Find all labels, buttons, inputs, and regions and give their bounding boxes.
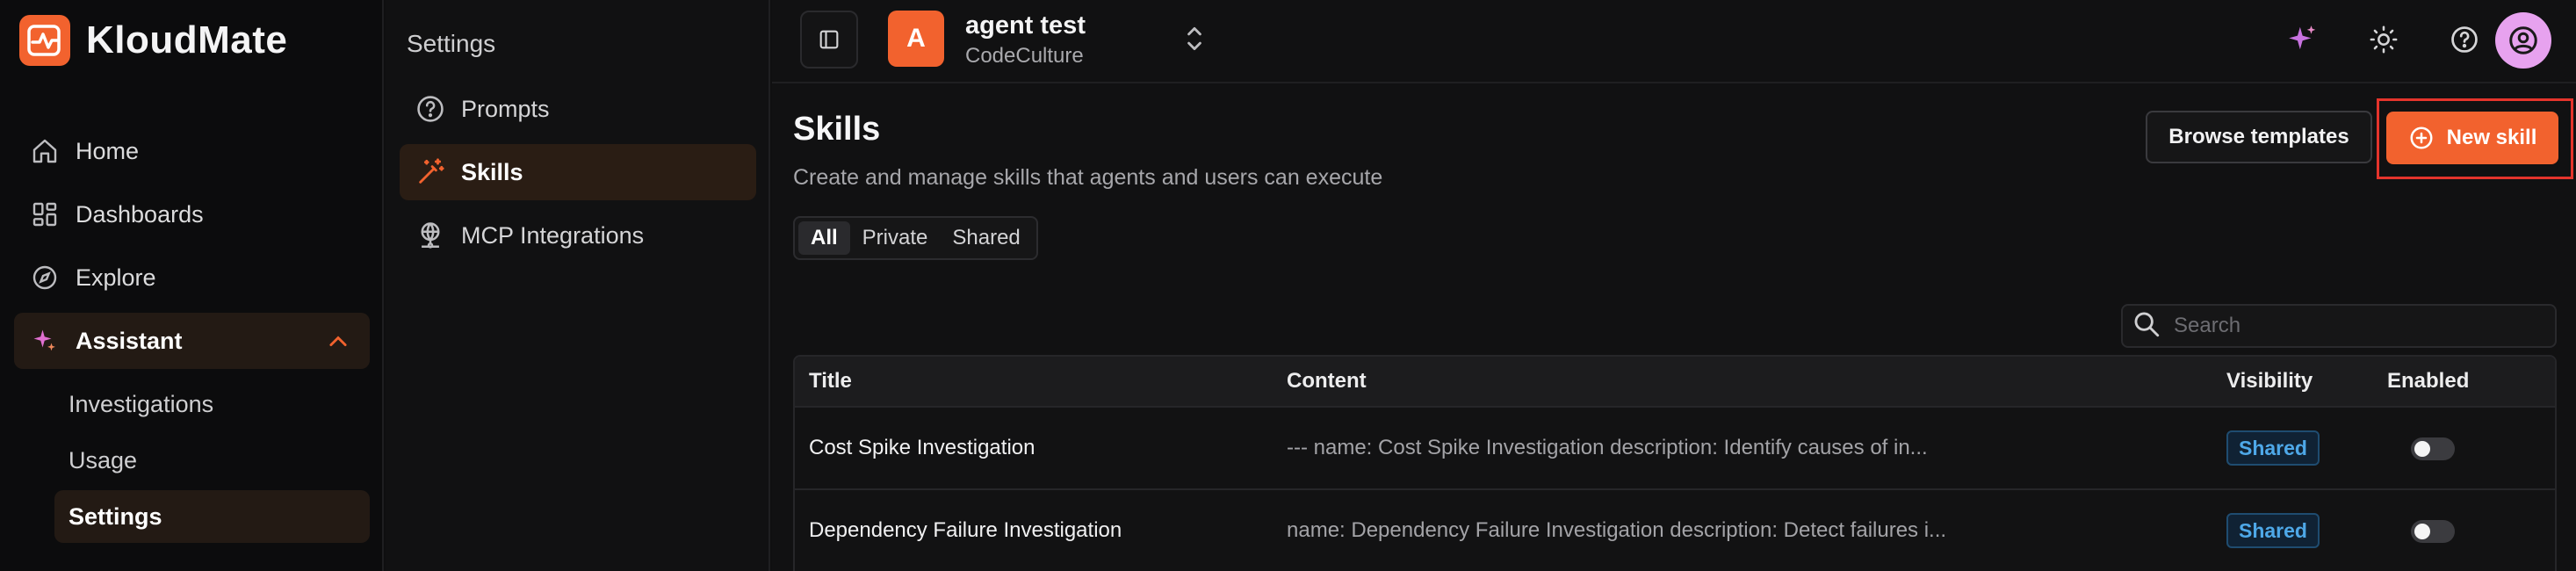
settings-item-mcp-integrations[interactable]: MCP Integrations [400,207,756,264]
sidebar-subitem-usage[interactable]: Usage [54,434,370,487]
filter-shared[interactable]: Shared [940,221,1032,255]
theme-sun-icon[interactable] [2363,19,2404,60]
brand-name: KloudMate [86,18,288,61]
sidebar-item-label: Explore [76,264,156,291]
org-avatar[interactable]: A [888,11,944,67]
help-circle-icon [400,94,461,124]
settings-item-skills[interactable]: Skills [400,144,756,200]
main-sidebar: KloudMate Home Dashboards Explore Assist… [0,0,384,571]
search-input[interactable] [2174,314,2543,338]
toggle-knob [2414,524,2430,539]
filter-all[interactable]: All [798,221,850,255]
sidebar-item-label: Assistant [76,327,183,354]
settings-menu: Settings Prompts Skills MCP Integrations [386,0,770,571]
settings-item-label: Prompts [461,95,550,122]
sparkle-icon [14,328,76,354]
row-content: --- name: Cost Spike Investigation descr… [1287,436,1928,459]
magic-wand-icon [400,157,461,187]
sidebar-item-explore[interactable]: Explore [14,249,370,306]
skills-table: Title Content Visibility Enabled Cost Sp… [793,355,2557,571]
page-subtitle: Create and manage skills that agents and… [793,165,1383,190]
toggle-knob [2414,441,2430,457]
sidebar-subitem-settings[interactable]: Settings [54,490,370,543]
user-avatar[interactable] [2495,12,2551,69]
chevrons-up-down-icon[interactable] [1183,23,1206,59]
dashboard-icon [14,200,76,228]
topbar: A agent test CodeCulture [772,0,2576,83]
settings-item-label: MCP Integrations [461,221,645,249]
search-icon [2132,309,2161,343]
status-badge: Shared [2226,430,2320,466]
column-header-visibility[interactable]: Visibility [2226,369,2313,394]
row-content: name: Dependency Failure Investigation d… [1287,518,1947,542]
enabled-toggle[interactable] [2411,520,2455,543]
browse-templates-button[interactable]: Browse templates [2146,111,2372,163]
org-name[interactable]: agent test [965,11,1086,40]
table-row[interactable]: Cost Spike Investigation --- name: Cost … [795,408,2555,490]
home-icon [14,137,76,165]
column-header-content[interactable]: Content [1287,369,1367,394]
brand[interactable]: KloudMate [19,15,287,66]
table-header: Title Content Visibility Enabled [795,357,2555,408]
new-skill-label: New skill [2446,126,2537,149]
sidebar-subitem-investigations[interactable]: Investigations [54,378,370,430]
plus-circle-icon [2408,125,2435,151]
enabled-toggle[interactable] [2411,437,2455,460]
chevron-up-icon[interactable] [326,330,350,356]
search-box [2121,304,2557,348]
new-skill-button[interactable]: New skill [2386,112,2558,164]
table-row[interactable]: Dependency Failure Investigation name: D… [795,490,2555,571]
globe-network-icon [400,220,461,250]
page-title: Skills [793,111,881,148]
main-content: A agent test CodeCulture Skills Create a… [772,0,2576,571]
column-header-enabled[interactable]: Enabled [2387,369,2469,394]
help-icon[interactable] [2444,19,2485,60]
toggle-sidebar-button[interactable] [800,11,858,69]
sidebar-toggle-icon [819,30,839,49]
sidebar-item-assistant[interactable]: Assistant [14,313,370,369]
column-header-title[interactable]: Title [809,369,852,394]
visibility-filter: All Private Shared [793,216,1038,260]
sidebar-item-label: Dashboards [76,200,204,228]
org-subtitle: CodeCulture [965,44,1084,68]
row-title: Cost Spike Investigation [809,436,1035,459]
settings-item-label: Skills [461,158,523,185]
row-title: Dependency Failure Investigation [809,518,1122,542]
settings-item-prompts[interactable]: Prompts [400,81,756,137]
kloudmate-logo-icon [19,15,70,66]
sidebar-item-label: Home [76,137,140,164]
compass-icon [14,264,76,292]
sidebar-item-home[interactable]: Home [14,123,370,179]
status-badge: Shared [2226,513,2320,548]
settings-title: Settings [407,30,496,57]
ai-sparkle-icon[interactable] [2283,19,2323,60]
user-icon [2509,26,2537,54]
filter-private[interactable]: Private [850,221,941,255]
sidebar-item-dashboards[interactable]: Dashboards [14,186,370,242]
